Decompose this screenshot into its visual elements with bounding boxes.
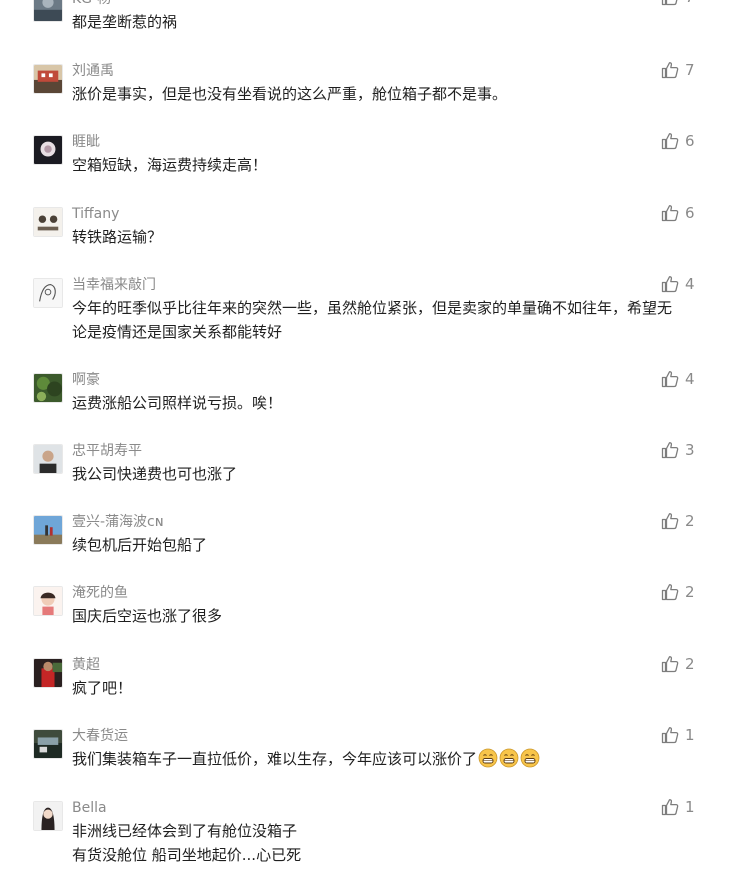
comment-text: 我公司快递费也可也涨了 <box>72 465 238 483</box>
thumbs-up-icon <box>661 442 679 459</box>
like-count: 2 <box>685 655 695 673</box>
thumbs-up-icon <box>661 205 679 222</box>
commenter-name: Tiffany <box>72 206 120 222</box>
commenter-avatar[interactable] <box>33 64 63 94</box>
like-button[interactable]: 6 <box>661 203 695 223</box>
commenter-avatar[interactable] <box>33 586 63 616</box>
thumbs-up-icon <box>661 584 679 601</box>
like-count: 7 <box>685 61 695 79</box>
comment-text: 运费涨船公司照样说亏损。唉！ <box>72 394 283 412</box>
commenter-avatar[interactable] <box>33 0 63 22</box>
commenter-name: 大春货运 <box>72 728 128 744</box>
like-button[interactable]: 4 <box>661 369 695 389</box>
like-button[interactable]: 2 <box>661 654 695 674</box>
thumbs-up-icon <box>661 799 679 816</box>
commenter-avatar[interactable] <box>33 373 63 403</box>
thumbs-up-icon <box>661 62 679 79</box>
like-count: 3 <box>685 441 695 459</box>
commenter-avatar[interactable] <box>33 515 63 545</box>
thumbs-up-icon <box>661 0 678 6</box>
thumbs-up-icon <box>661 133 679 150</box>
comment-text-row: 我们集装箱车子一直拉低价，难以生存，今年应该可以涨价了 <box>72 747 684 771</box>
like-button[interactable]: 7 <box>661 0 695 7</box>
commenter-avatar[interactable] <box>33 801 63 831</box>
commenter-avatar[interactable] <box>33 444 63 474</box>
commenter-avatar[interactable] <box>33 207 63 237</box>
comment-text: 疯了吧！ <box>72 679 133 697</box>
like-count: 1 <box>685 798 695 816</box>
thumbs-up-icon <box>661 727 679 744</box>
commenter-name: 壹兴-蒲海波ᴄɴ <box>72 514 164 530</box>
like-button[interactable]: 6 <box>661 131 695 151</box>
like-count: 6 <box>685 132 695 150</box>
commenter-name: Bella <box>72 800 107 816</box>
like-count: 2 <box>685 512 695 530</box>
like-button[interactable]: 2 <box>661 582 695 602</box>
comment-text: 国庆后空运也涨了很多 <box>72 607 223 625</box>
thumbs-up-icon <box>661 513 679 530</box>
comment-text: 我们集装箱车子一直拉低价，难以生存，今年应该可以涨价了 <box>72 750 478 768</box>
thumbs-up-icon <box>661 656 679 673</box>
like-button[interactable]: 7 <box>661 60 695 80</box>
like-count: 4 <box>685 370 695 388</box>
like-button[interactable]: 1 <box>661 797 695 817</box>
commenter-name: 睚眦 <box>72 134 100 150</box>
like-button[interactable]: 4 <box>661 274 695 294</box>
commenter-avatar[interactable] <box>33 658 63 688</box>
commenter-name: 黄超 <box>72 657 100 673</box>
like-button[interactable]: 3 <box>661 440 695 460</box>
commenter-avatar[interactable] <box>33 278 63 308</box>
commenter-name: KG-杨 <box>72 0 111 8</box>
comment-text: 转铁路运输？ <box>72 228 163 246</box>
like-button[interactable]: 2 <box>661 511 695 531</box>
like-count: 6 <box>685 204 695 222</box>
commenter-name: 淹死的鱼 <box>72 585 128 601</box>
comment-text: 续包机后开始包船了 <box>72 536 208 554</box>
like-count: 7 <box>685 0 695 6</box>
grin-emoji-icon <box>478 748 498 768</box>
grin-emoji-icon <box>499 748 519 768</box>
like-button[interactable]: 1 <box>661 725 695 745</box>
commenter-avatar[interactable] <box>33 729 63 759</box>
thumbs-up-icon <box>661 276 679 293</box>
thumbs-up-icon <box>661 371 679 388</box>
comment-section: KG-杨 都是垄断惹的祸 7 刘通禹 涨价是事实，但是也没有坐看说的这么严重，舱… <box>0 0 736 876</box>
comment-text: 都是垄断惹的祸 <box>72 13 178 31</box>
like-count: 1 <box>685 726 695 744</box>
comment-text: 涨价是事实，但是也没有坐看说的这么严重，舱位箱子都不是事。 <box>72 85 508 103</box>
commenter-name: 刘通禹 <box>72 63 114 79</box>
comment-text: 非洲线已经体会到了有舱位没箱子 有货没舱位 船司坐地起价...心已死 <box>72 822 302 864</box>
commenter-name: 忠平胡寿平 <box>72 443 142 459</box>
comment-text: 今年的旺季似乎比往年来的突然一些，虽然舱位紧张，但是卖家的单量确不如往年，希望无… <box>72 299 673 341</box>
like-count: 2 <box>685 583 695 601</box>
comment-text: 空箱短缺，海运费持续走高！ <box>72 156 268 174</box>
like-count: 4 <box>685 275 695 293</box>
grin-emoji-icon <box>520 748 540 768</box>
commenter-avatar[interactable] <box>33 135 63 165</box>
commenter-name: 当幸福来敲门 <box>72 277 156 293</box>
commenter-name: 啊豪 <box>72 372 100 388</box>
